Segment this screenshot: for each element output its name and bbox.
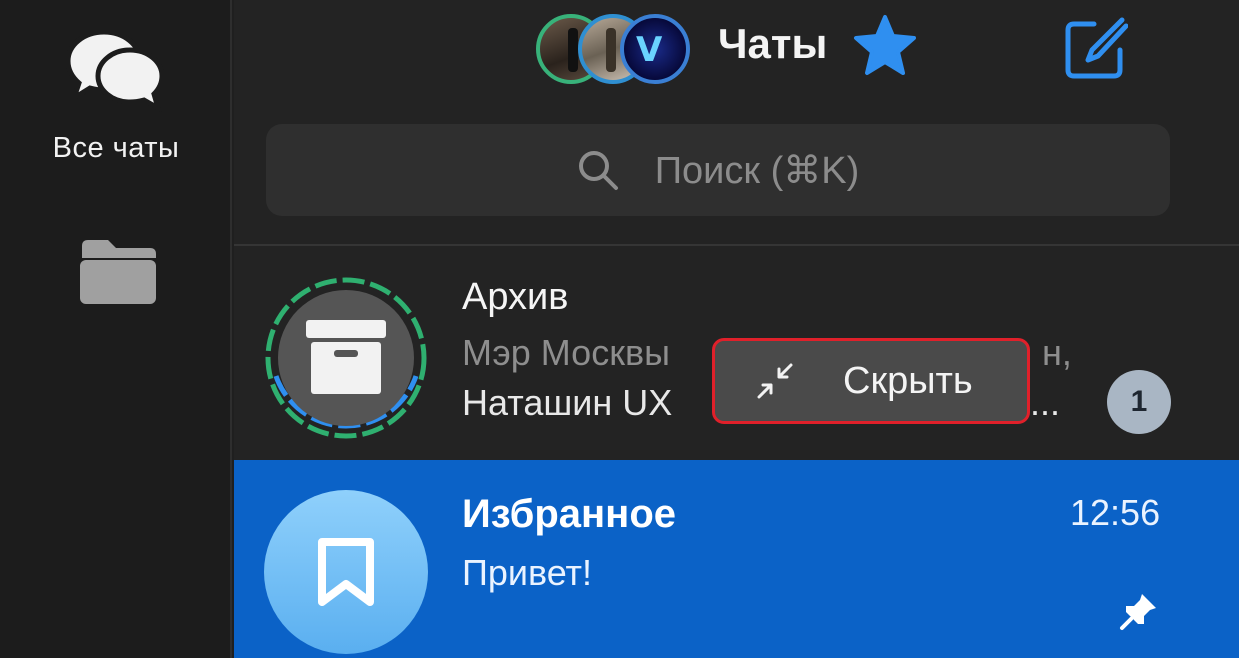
chat-preview-line2-end: ... <box>1030 382 1061 423</box>
star-icon[interactable] <box>852 14 918 76</box>
search-icon <box>578 151 618 190</box>
hide-button-label: Скрыть <box>843 359 973 402</box>
pin-icon <box>1120 594 1156 630</box>
collapse-arrows-icon <box>757 363 793 399</box>
page-title: Чаты <box>718 20 828 67</box>
chat-title: Избранное <box>462 492 677 536</box>
chat-preview: Привет! <box>462 552 593 593</box>
chat-bubbles-icon <box>66 29 165 112</box>
folder-custom[interactable] <box>78 236 158 311</box>
chat-preview-line1: Мэр Москвы <box>462 332 670 373</box>
chat-row-favorites[interactable]: Избранное Привет! 12:56 <box>234 460 1239 658</box>
chat-list-panel: V Чаты Поиск (⌘K) Архив Мэр Москвы н, На… <box>234 0 1239 658</box>
chat-title: Архив <box>462 276 569 318</box>
story-avatar[interactable]: V <box>620 14 690 84</box>
hide-archive-button[interactable]: Скрыть <box>712 338 1030 424</box>
archive-box-icon <box>306 320 386 394</box>
chat-preview-line2: Наташин UX <box>462 382 673 423</box>
chat-list-header: V Чаты <box>234 0 1239 100</box>
folder-all-chats-label: Все чаты <box>52 132 180 164</box>
search-placeholder: Поиск (⌘K) <box>654 149 860 192</box>
stories-stack[interactable]: V <box>536 14 692 84</box>
search-input[interactable]: Поиск (⌘K) <box>266 124 1170 216</box>
compose-icon[interactable] <box>1064 16 1128 80</box>
bookmark-icon <box>318 538 374 606</box>
archive-avatar <box>265 277 427 439</box>
folder-all-chats[interactable]: Все чаты <box>0 28 232 178</box>
folders-sidebar: Все чаты <box>0 0 232 658</box>
unread-badge: 1 <box>1107 370 1171 434</box>
favorites-avatar <box>264 490 428 654</box>
chat-preview-line1-end: н, <box>1042 332 1072 373</box>
chat-time: 12:56 <box>1070 492 1161 533</box>
chat-row-archive[interactable]: Архив Мэр Москвы н, Наташин UX ... 1 Скр… <box>234 246 1239 460</box>
folder-icon <box>80 240 156 304</box>
